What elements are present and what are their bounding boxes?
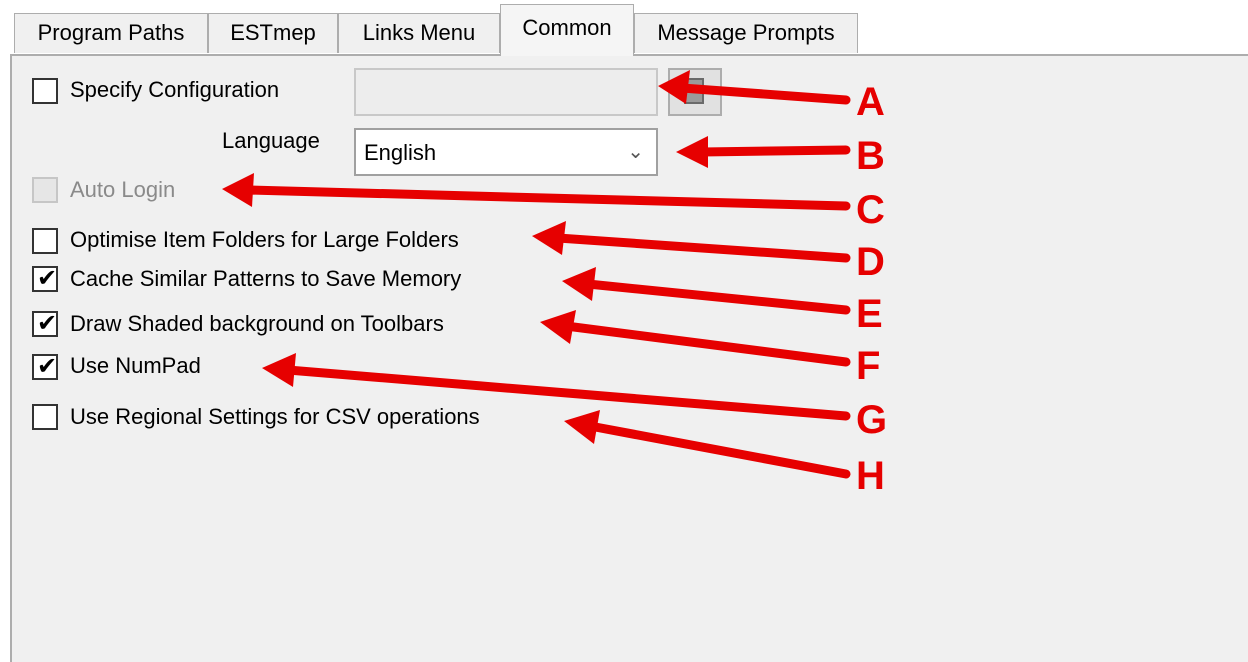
arrow-d-head xyxy=(532,221,566,255)
arrow-h xyxy=(585,421,851,479)
arrow-e-head xyxy=(562,267,596,301)
tab-common[interactable]: Common xyxy=(500,4,634,56)
arrow-b-head xyxy=(676,136,708,168)
arrow-g xyxy=(283,365,851,421)
callout-g: G xyxy=(856,398,888,442)
callout-a: A xyxy=(856,80,885,124)
arrow-h-head xyxy=(564,410,600,444)
arrow-g-head xyxy=(262,353,296,387)
callout-f: F xyxy=(856,344,881,388)
arrow-f-head xyxy=(540,310,576,344)
tab-label: Common xyxy=(522,15,612,40)
arrow-d xyxy=(553,233,851,263)
callout-b: B xyxy=(856,134,885,178)
arrow-b xyxy=(697,145,851,157)
callout-e: E xyxy=(856,292,883,336)
arrow-a-head xyxy=(658,70,690,104)
arrow-e xyxy=(583,279,851,315)
arrow-a xyxy=(677,83,851,105)
arrow-f xyxy=(561,321,851,367)
callout-d: D xyxy=(856,240,885,284)
callout-c: C xyxy=(856,188,885,232)
arrow-c xyxy=(243,185,851,211)
arrow-c-head xyxy=(222,173,254,207)
callout-h: H xyxy=(856,454,885,498)
annotation-arrows xyxy=(222,70,851,479)
